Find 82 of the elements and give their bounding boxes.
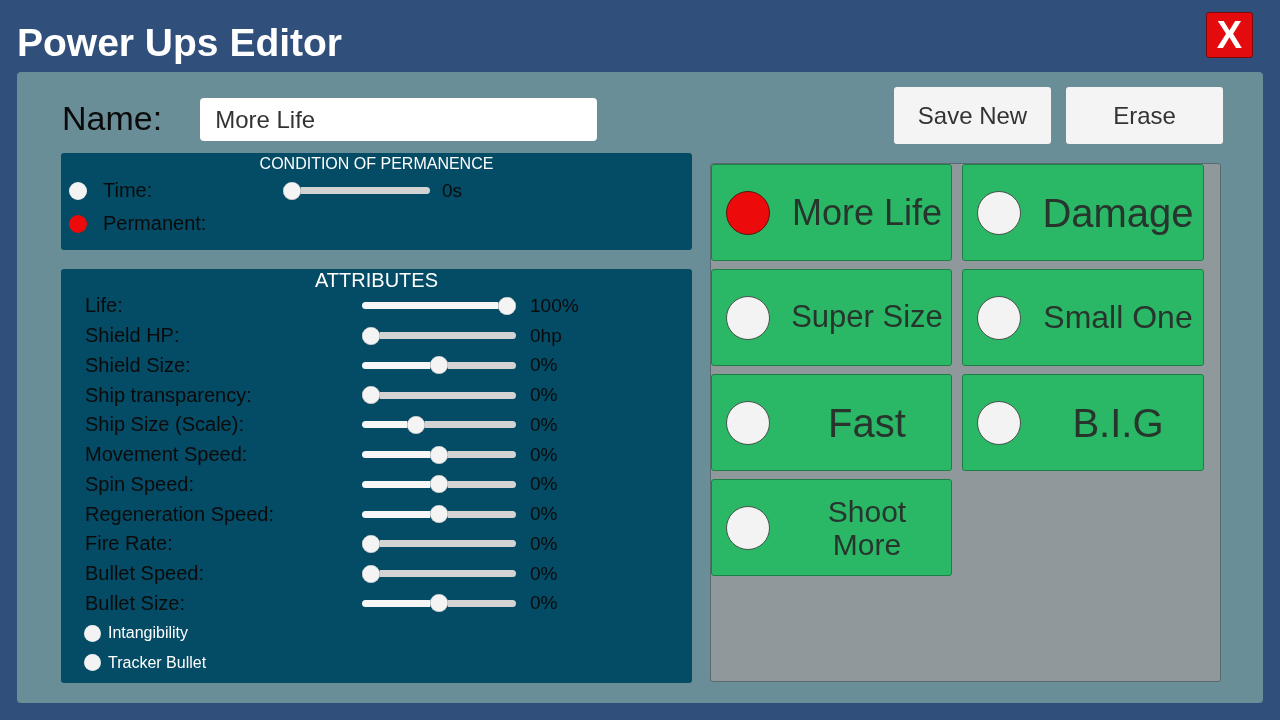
radio-button[interactable] bbox=[69, 214, 87, 233]
slider-handle[interactable] bbox=[430, 356, 448, 375]
slider-handle[interactable] bbox=[430, 594, 448, 613]
radio-button[interactable] bbox=[84, 624, 101, 642]
slider-value: 0% bbox=[530, 503, 558, 526]
radio-button[interactable] bbox=[69, 181, 87, 200]
attribute-label: Movement Speed: bbox=[85, 443, 248, 467]
attribute-label: Bullet Speed: bbox=[85, 562, 204, 586]
slider-handle[interactable] bbox=[430, 475, 448, 494]
slider-value: 0% bbox=[530, 562, 558, 585]
slider-value: 0% bbox=[530, 592, 558, 615]
attribute-label: Shield Size: bbox=[85, 353, 191, 377]
option-label: Time: bbox=[103, 179, 153, 202]
slider-handle[interactable] bbox=[498, 296, 516, 315]
slider-track[interactable] bbox=[380, 540, 516, 548]
slider-value: 0s bbox=[442, 179, 463, 202]
radio-button[interactable] bbox=[726, 190, 770, 235]
power-up-card[interactable]: Damage bbox=[962, 164, 1204, 261]
slider-value: 100% bbox=[530, 294, 579, 317]
power-up-card[interactable]: Super Size bbox=[711, 269, 952, 366]
slider-value: 0% bbox=[530, 384, 558, 407]
slider-fill bbox=[362, 421, 407, 429]
slider-track[interactable] bbox=[448, 451, 516, 459]
attribute-label: Bullet Size: bbox=[85, 591, 186, 615]
power-up-card[interactable]: Small One bbox=[962, 269, 1204, 366]
slider-value: 0% bbox=[530, 443, 558, 466]
slider-value: 0% bbox=[530, 473, 558, 496]
slider-fill bbox=[362, 510, 430, 518]
panel-title: ATTRIBUTES bbox=[315, 269, 438, 291]
slider-fill bbox=[362, 599, 430, 607]
save-button[interactable]: Save New bbox=[894, 87, 1051, 144]
slider-handle[interactable] bbox=[362, 564, 380, 583]
slider-fill bbox=[362, 451, 430, 459]
name-field[interactable]: More Life bbox=[200, 98, 598, 141]
attribute-label: Ship Size (Scale): bbox=[85, 413, 244, 437]
radio-button[interactable] bbox=[726, 505, 770, 550]
power-up-card[interactable]: B.I.G bbox=[962, 374, 1204, 471]
radio-button[interactable] bbox=[977, 400, 1021, 445]
radio-button[interactable] bbox=[84, 654, 101, 672]
slider-fill bbox=[362, 480, 430, 488]
slider-value: 0% bbox=[530, 532, 558, 555]
attribute-label: Life: bbox=[85, 294, 123, 318]
radio-button[interactable] bbox=[977, 190, 1021, 235]
slider-track[interactable] bbox=[448, 599, 516, 607]
slider-handle[interactable] bbox=[362, 326, 380, 345]
attribute-label: Spin Speed: bbox=[85, 472, 194, 496]
slider-track[interactable] bbox=[424, 421, 516, 429]
radio-button[interactable] bbox=[726, 400, 770, 445]
slider-handle[interactable] bbox=[362, 386, 380, 405]
slider-handle[interactable] bbox=[406, 415, 425, 434]
power-up-card[interactable]: Fast bbox=[711, 374, 952, 471]
radio-button[interactable] bbox=[726, 295, 770, 340]
slider-track[interactable] bbox=[380, 570, 516, 578]
attribute-label: Regeneration Speed: bbox=[85, 502, 275, 526]
erase-button[interactable]: Erase bbox=[1066, 87, 1223, 144]
radio-button[interactable] bbox=[977, 295, 1021, 340]
panel-title: CONDITION OF PERMANENCE bbox=[259, 154, 494, 174]
slider-value: 0hp bbox=[530, 324, 562, 347]
slider-track[interactable] bbox=[448, 480, 516, 488]
slider-value: 0% bbox=[530, 354, 558, 377]
toggle-label: Intangibility bbox=[108, 624, 189, 643]
slider-track[interactable] bbox=[380, 391, 516, 399]
toggle-label: Tracker Bullet bbox=[108, 653, 207, 672]
power-up-card[interactable]: Shoot More bbox=[711, 479, 952, 576]
slider-track[interactable] bbox=[448, 510, 516, 518]
name-label: Name: bbox=[62, 98, 163, 138]
slider-value: 0% bbox=[530, 413, 558, 436]
slider-handle[interactable] bbox=[362, 534, 380, 553]
close-button[interactable]: X bbox=[1206, 12, 1253, 58]
attribute-label: Ship transparency: bbox=[85, 383, 252, 407]
power-up-card[interactable]: More Life bbox=[711, 164, 952, 261]
slider-track[interactable] bbox=[301, 187, 430, 194]
window-title: Power Ups Editor bbox=[17, 21, 343, 65]
slider-track[interactable] bbox=[380, 332, 516, 340]
option-label: Permanent: bbox=[103, 212, 207, 235]
slider-handle[interactable] bbox=[430, 445, 448, 464]
slider-handle[interactable] bbox=[430, 505, 448, 524]
slider-handle[interactable] bbox=[283, 181, 301, 200]
slider-track[interactable] bbox=[448, 361, 516, 369]
attribute-label: Shield HP: bbox=[85, 324, 180, 348]
attribute-label: Fire Rate: bbox=[85, 532, 173, 556]
slider-fill bbox=[362, 361, 430, 369]
